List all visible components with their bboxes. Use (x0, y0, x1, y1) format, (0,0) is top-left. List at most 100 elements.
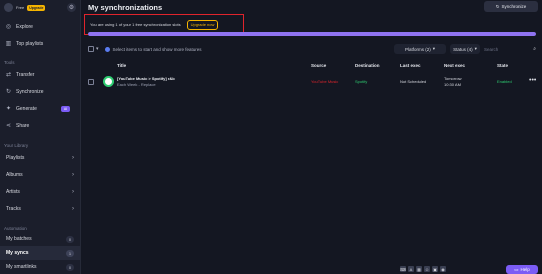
page-title: My synchronizations (88, 3, 163, 12)
sidebar-item-share[interactable]: ⋖ Share (0, 117, 80, 134)
upgrade-now-button[interactable]: Upgrade now (186, 19, 219, 30)
sidebar-item-top-playlists[interactable]: ▥ Top playlists (0, 35, 80, 52)
sidebar-item-my-syncs[interactable]: My syncs 1 (0, 246, 80, 260)
text-icon[interactable]: A (408, 266, 414, 272)
help-button-label: Help (520, 267, 530, 272)
compass-icon: ◎ (5, 24, 12, 30)
chevron-right-icon: › (72, 171, 74, 178)
emoji-icon[interactable]: ☺ (424, 266, 430, 272)
chevron-down-icon: ▾ (474, 46, 477, 51)
plan-upgrade-badge[interactable]: Upgrade (27, 4, 46, 11)
sidebar-item-label: Explore (16, 23, 33, 30)
platforms-filter[interactable]: Platforms (2) ▾ (394, 44, 446, 54)
sidebar-item-explore[interactable]: ◎ Explore (0, 18, 80, 35)
sidebar-header: Free Upgrade ⚙ (0, 0, 80, 15)
table-row[interactable]: [YouTube Music > Spotify] r&b Each Week … (88, 74, 540, 90)
app-window: Free Upgrade ⚙ ◎ Explore ▥ Top playlists… (0, 0, 542, 274)
sidebar-item-label: My batches (6, 236, 32, 242)
row-last-exec: Not Scheduled (400, 79, 427, 84)
row-checkbox[interactable] (88, 79, 94, 85)
column-header-next-exec[interactable]: Next exec (444, 63, 465, 68)
main-content: My synchronizations ↻ Synchronize You ar… (82, 0, 542, 274)
column-header-state[interactable]: State (497, 63, 508, 68)
count-badge: 1 (66, 249, 74, 257)
sidebar-item-label: Transfer (16, 71, 35, 78)
more-options-icon[interactable]: ••• (529, 77, 536, 84)
chevron-right-icon: › (72, 205, 74, 212)
bottom-toolbar: ⌨ A ▦ ☺ ▣ ◉ (400, 266, 446, 272)
slots-progress-bar (88, 32, 536, 36)
progress-fill (88, 32, 536, 36)
column-header-destination[interactable]: Destination (355, 63, 380, 68)
ai-badge: AI (61, 105, 70, 112)
smile-icon[interactable]: ◉ (440, 266, 446, 272)
sidebar-item-label: Playlists (6, 154, 25, 161)
search-icon[interactable]: ⌕ (533, 46, 536, 52)
sidebar-item-transfer[interactable]: ⇄ Transfer (0, 66, 80, 83)
chevron-down-icon: ▾ (432, 46, 436, 51)
search-placeholder: Search (484, 46, 499, 52)
section-title-automation: Automation (4, 226, 27, 231)
synchronize-button[interactable]: ↻ Synchronize (484, 1, 538, 12)
table-toolbar: ▾ Select items to start and show more fe… (88, 43, 540, 55)
sidebar-item-artists[interactable]: Artists › (0, 183, 80, 200)
section-title-tools: Tools (4, 60, 15, 65)
chevron-right-icon: › (72, 188, 74, 195)
select-all-checkbox[interactable] (88, 46, 94, 52)
table-header: Title Source Destination Last exec Next … (88, 63, 540, 71)
row-source: YouTube Music (311, 79, 339, 84)
chevron-right-icon: › (72, 154, 74, 161)
sidebar-item-label: My smartlinks (6, 264, 37, 270)
sidebar-item-label: Albums (6, 171, 23, 178)
playlist-thumbnail (103, 76, 114, 87)
info-icon (104, 46, 110, 52)
sidebar-item-label: Share (16, 122, 30, 129)
sidebar-item-label: Synchronize (16, 88, 44, 95)
sidebar-item-label: Top playlists (16, 40, 44, 47)
sidebar-item-albums[interactable]: Albums › (0, 166, 80, 183)
row-state: Enabled (497, 79, 512, 84)
avatar[interactable] (4, 3, 13, 12)
sidebar: Free Upgrade ⚙ ◎ Explore ▥ Top playlists… (0, 0, 81, 274)
sidebar-item-generate[interactable]: ✦ Generate AI (0, 100, 80, 117)
sync-icon: ↻ (5, 89, 12, 95)
sidebar-item-playlists[interactable]: Playlists › (0, 149, 80, 166)
banner-text: You are using 1 of your 1 free synchroni… (90, 22, 181, 27)
sync-icon: ↻ (495, 3, 500, 9)
row-next-exec-time: 10:30 AM (444, 82, 461, 87)
row-title[interactable]: [YouTube Music > Spotify] r&b (117, 76, 175, 81)
sidebar-item-label: Artists (6, 188, 20, 195)
chevron-down-icon[interactable]: ▾ (96, 46, 99, 52)
sidebar-item-tracks[interactable]: Tracks › (0, 200, 80, 217)
column-header-source[interactable]: Source (311, 63, 326, 68)
search-input[interactable]: Search ⌕ (480, 44, 540, 54)
status-filter[interactable]: Status (4) ▾ (450, 44, 480, 54)
chart-icon: ▥ (5, 41, 12, 47)
help-button[interactable]: ▭ Help (506, 265, 538, 274)
chat-icon: ▭ (514, 266, 519, 272)
section-title-library: Your Library (4, 143, 29, 148)
platforms-filter-label: Platforms (2) (404, 46, 431, 52)
keyboard-icon[interactable]: ⌨ (400, 266, 406, 272)
count-badge: 0 (66, 235, 74, 243)
status-filter-label: Status (4) (453, 46, 473, 52)
row-destination: Spotify (355, 79, 368, 84)
count-badge: 0 (66, 263, 74, 271)
sidebar-item-my-smartlinks[interactable]: My smartlinks 0 (0, 260, 80, 274)
row-next-exec-day: Tomorrow (444, 76, 462, 81)
settings-icon[interactable]: ⚙ (67, 3, 76, 12)
share-icon: ⋖ (5, 123, 12, 129)
column-header-title[interactable]: Title (117, 63, 126, 68)
sidebar-item-synchronize[interactable]: ↻ Synchronize (0, 83, 80, 100)
sidebar-item-label: Tracks (6, 205, 21, 212)
grid-icon[interactable]: ▦ (416, 266, 422, 272)
row-subtitle: Each Week - Replace (117, 82, 156, 87)
transfer-icon: ⇄ (5, 72, 12, 78)
sidebar-item-label: My syncs (6, 250, 29, 256)
sidebar-item-my-batches[interactable]: My batches 0 (0, 232, 80, 246)
selection-hint: Select items to start and show more feat… (112, 46, 202, 52)
sidebar-item-label: Generate (16, 105, 37, 112)
plan-label: Free (16, 5, 25, 10)
column-header-last-exec[interactable]: Last exec (400, 63, 421, 68)
image-icon[interactable]: ▣ (432, 266, 438, 272)
